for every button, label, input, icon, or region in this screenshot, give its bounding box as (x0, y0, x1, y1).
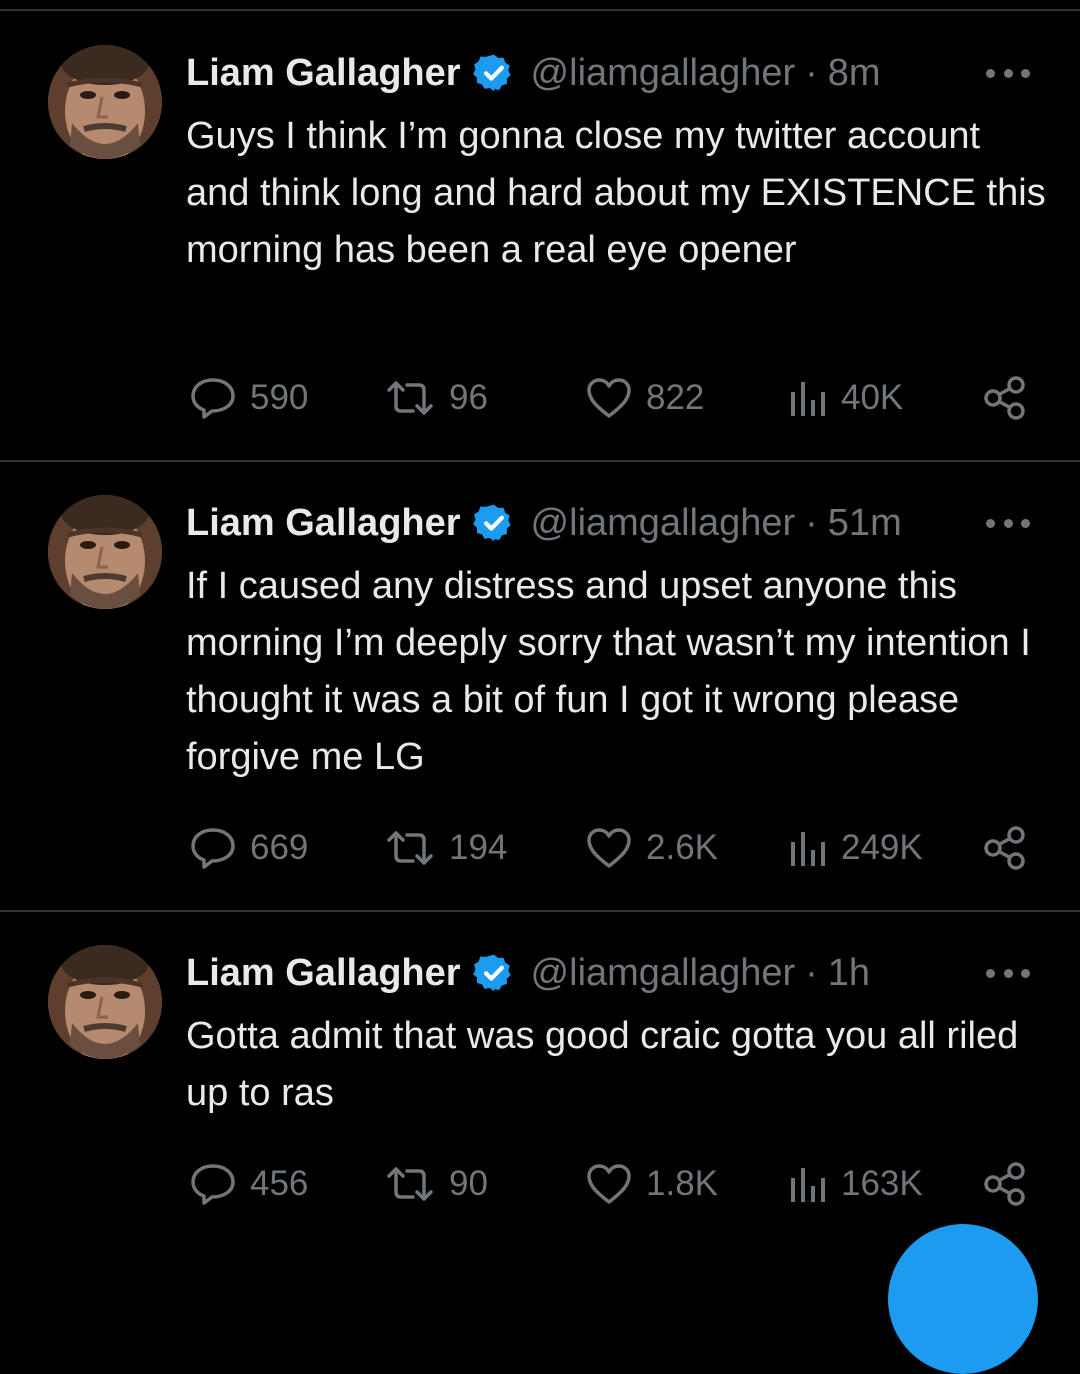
handle[interactable]: @liamgallagher (531, 52, 796, 95)
like-count: 822 (646, 378, 705, 417)
timestamp[interactable]: 1h (828, 952, 870, 995)
tweet-header: Liam Gallagher @liamgallagher · 8m (186, 48, 881, 98)
views-count: 249K (841, 828, 923, 867)
heart-icon (587, 1164, 631, 1204)
retweet-icon (387, 381, 433, 415)
retweet-count: 194 (449, 828, 508, 867)
tweet-text: Gotta admit that was good craic gotta yo… (186, 1015, 1019, 1114)
verified-badge-icon (472, 954, 511, 992)
like-count: 2.6K (646, 828, 718, 867)
avatar[interactable] (48, 495, 162, 609)
reply-button[interactable]: 590 (190, 373, 308, 423)
views-chart-icon (791, 382, 825, 416)
reply-count: 669 (250, 828, 309, 867)
tweet-text: If I caused any distress and upset anyon… (186, 565, 1031, 778)
display-name[interactable]: Liam Gallagher (186, 952, 461, 995)
retweet-icon (387, 1167, 433, 1201)
more-options-icon[interactable] (986, 517, 1030, 529)
top-divider (0, 9, 1080, 11)
reply-count: 456 (250, 1164, 309, 1203)
tweet-divider (0, 460, 1080, 462)
tweet-header: Liam Gallagher @liamgallagher · 1h (186, 948, 870, 998)
share-icon (984, 1162, 1025, 1206)
share-icon (984, 826, 1025, 870)
heart-icon (587, 828, 631, 868)
retweet-count: 90 (449, 1164, 488, 1203)
retweet-count: 96 (449, 378, 488, 417)
avatar[interactable] (48, 945, 162, 1059)
views-button[interactable]: 40K (787, 373, 903, 423)
tweet-header: Liam Gallagher @liamgallagher · 51m (186, 498, 902, 548)
tweet-text: Guys I think I’m gonna close my twitter … (186, 115, 1046, 271)
timestamp[interactable]: 8m (828, 52, 881, 95)
avatar-photo (48, 495, 162, 609)
display-name[interactable]: Liam Gallagher (186, 502, 461, 545)
share-icon (984, 376, 1025, 420)
avatar-photo (48, 45, 162, 159)
share-button[interactable] (982, 823, 1028, 873)
share-button[interactable] (982, 1159, 1028, 1209)
views-count: 40K (841, 378, 904, 417)
like-button[interactable]: 822 (586, 373, 704, 423)
tweet-actions: 669 194 2.6K 249K (0, 823, 1080, 873)
reply-icon (191, 378, 235, 419)
reply-count: 590 (250, 378, 309, 417)
reply-icon (191, 1164, 235, 1205)
more-options-icon[interactable] (986, 67, 1030, 79)
more-options-icon[interactable] (986, 967, 1030, 979)
retweet-button[interactable]: 194 (385, 823, 507, 873)
like-button[interactable]: 1.8K (586, 1159, 718, 1209)
verified-badge-icon (472, 54, 511, 92)
views-button[interactable]: 249K (787, 823, 923, 873)
separator-dot: · (805, 51, 818, 94)
like-button[interactable]: 2.6K (586, 823, 718, 873)
reply-button[interactable]: 456 (190, 1159, 308, 1209)
separator-dot: · (805, 501, 818, 544)
compose-tweet-button[interactable] (888, 1224, 1038, 1374)
avatar-photo (48, 945, 162, 1059)
views-count: 163K (841, 1164, 923, 1203)
tweet-actions: 590 96 822 40K (0, 373, 1080, 423)
views-chart-icon (791, 1168, 825, 1202)
separator-dot: · (805, 951, 818, 994)
tweet-actions: 456 90 1.8K 163K (0, 1159, 1080, 1209)
verified-badge-icon (472, 504, 511, 542)
tweet-divider (0, 910, 1080, 912)
retweet-button[interactable]: 90 (385, 1159, 488, 1209)
share-button[interactable] (982, 373, 1028, 423)
display-name[interactable]: Liam Gallagher (186, 52, 461, 95)
like-count: 1.8K (646, 1164, 718, 1203)
handle[interactable]: @liamgallagher (531, 502, 796, 545)
views-button[interactable]: 163K (787, 1159, 923, 1209)
handle[interactable]: @liamgallagher (531, 952, 796, 995)
retweet-icon (387, 831, 433, 865)
reply-button[interactable]: 669 (190, 823, 308, 873)
avatar[interactable] (48, 45, 162, 159)
views-chart-icon (791, 832, 825, 866)
reply-icon (191, 828, 235, 869)
retweet-button[interactable]: 96 (385, 373, 488, 423)
heart-icon (587, 378, 631, 418)
timestamp[interactable]: 51m (828, 502, 902, 545)
